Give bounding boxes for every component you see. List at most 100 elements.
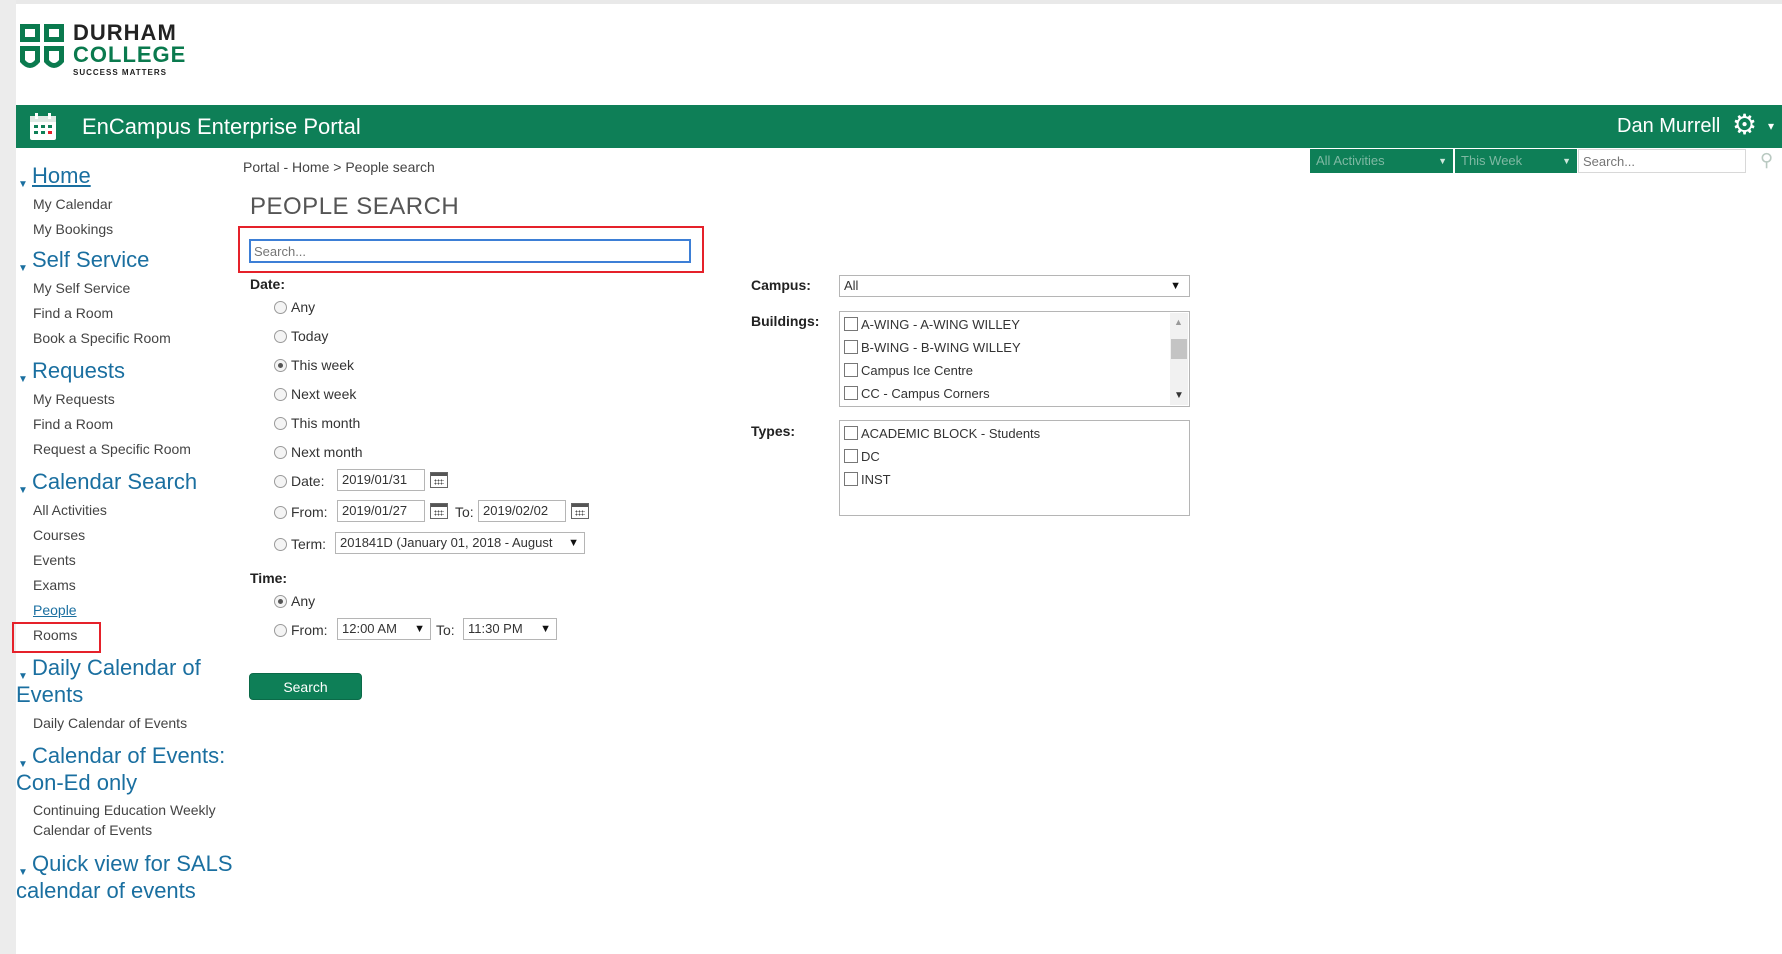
radio-icon[interactable] bbox=[274, 538, 287, 551]
radio-icon[interactable] bbox=[274, 417, 287, 430]
calendar-icon[interactable] bbox=[571, 503, 589, 519]
date-option-any[interactable]: Any bbox=[274, 299, 315, 315]
search-button[interactable]: Search bbox=[249, 673, 362, 700]
sidebar-section-daily-calendar[interactable]: ▼ Daily Calendar of bbox=[16, 654, 236, 682]
calendar-app-icon[interactable] bbox=[28, 111, 60, 143]
date-field[interactable]: 2019/01/31 bbox=[337, 469, 425, 491]
sidebar-section-title-cont[interactable]: calendar of events bbox=[16, 877, 236, 904]
checkbox-icon[interactable] bbox=[844, 340, 858, 354]
from-date-field[interactable]: 2019/01/27 bbox=[337, 500, 425, 522]
building-item[interactable]: A-WING - A-WING WILLEY bbox=[844, 317, 1020, 332]
page-title: PEOPLE SEARCH bbox=[250, 193, 460, 220]
sidebar-item-my-calendar[interactable]: My Calendar bbox=[16, 192, 236, 217]
search-icon[interactable]: ⚲ bbox=[1760, 150, 1773, 171]
time-option-any[interactable]: Any bbox=[274, 593, 315, 609]
checkbox-icon[interactable] bbox=[844, 472, 858, 486]
sidebar-item-book-room[interactable]: Book a Specific Room bbox=[16, 326, 236, 351]
building-label: B-WING - B-WING WILLEY bbox=[861, 340, 1021, 355]
sidebar-item-daily-calendar[interactable]: Daily Calendar of Events bbox=[16, 711, 236, 736]
sidebar-item-find-a-room[interactable]: Find a Room bbox=[16, 301, 236, 326]
date-option-next-month[interactable]: Next month bbox=[274, 444, 363, 460]
radio-checked-icon[interactable] bbox=[274, 359, 287, 372]
date-option-today[interactable]: Today bbox=[274, 328, 328, 344]
sidebar-section-title: Daily Calendar of bbox=[32, 655, 201, 680]
sidebar-item-exams[interactable]: Exams bbox=[16, 573, 236, 598]
chevron-down-icon[interactable]: ▾ bbox=[1768, 119, 1774, 133]
sidebar-section-calendar-search[interactable]: ▼ Calendar Search bbox=[16, 468, 236, 496]
buildings-listbox[interactable]: A-WING - A-WING WILLEY B-WING - B-WING W… bbox=[839, 311, 1190, 407]
date-option-term[interactable]: Term: bbox=[274, 536, 326, 552]
checkbox-icon[interactable] bbox=[844, 363, 858, 377]
breadcrumb[interactable]: Portal - Home > People search bbox=[243, 159, 435, 175]
sidebar-section-self-service[interactable]: ▼ Self Service bbox=[16, 246, 236, 274]
calendar-icon[interactable] bbox=[430, 472, 448, 488]
sidebar-section-sals[interactable]: ▼ Quick view for SALS bbox=[16, 850, 236, 878]
date-option-this-month[interactable]: This month bbox=[274, 415, 360, 431]
checkbox-icon[interactable] bbox=[844, 317, 858, 331]
radio-icon[interactable] bbox=[274, 330, 287, 343]
date-option-next-week[interactable]: Next week bbox=[274, 386, 356, 402]
building-item[interactable]: B-WING - B-WING WILLEY bbox=[844, 340, 1021, 355]
app-title[interactable]: EnCampus Enterprise Portal bbox=[82, 114, 361, 140]
types-listbox[interactable]: ACADEMIC BLOCK - Students DC INST bbox=[839, 420, 1190, 516]
sidebar-item-courses[interactable]: Courses bbox=[16, 523, 236, 548]
scroll-down-icon[interactable]: ▼ bbox=[1174, 390, 1184, 401]
sidebar-item-all-activities[interactable]: All Activities bbox=[16, 498, 236, 523]
radio-icon[interactable] bbox=[274, 301, 287, 314]
sidebar-section-home[interactable]: ▼ Home bbox=[16, 162, 236, 190]
sidebar-item-request-room[interactable]: Request a Specific Room bbox=[16, 437, 236, 462]
sidebar-section-title: Calendar of Events: bbox=[32, 743, 226, 768]
sidebar-item-my-bookings[interactable]: My Bookings bbox=[16, 217, 236, 242]
radio-checked-icon[interactable] bbox=[274, 595, 287, 608]
campus-select[interactable]: All ▼ bbox=[839, 275, 1190, 297]
sidebar-section-title: Calendar Search bbox=[32, 469, 198, 494]
sidebar-item-label: Calendar of Events bbox=[33, 822, 153, 838]
term-select[interactable]: 201841D (January 01, 2018 - August ▼ bbox=[335, 532, 585, 554]
sidebar-section-con-ed[interactable]: ▼ Calendar of Events: bbox=[16, 742, 236, 770]
time-to-select[interactable]: 11:30 PM ▼ bbox=[463, 618, 557, 640]
radio-icon[interactable] bbox=[274, 446, 287, 459]
date-option-specific[interactable]: Date: bbox=[274, 473, 324, 489]
sidebar-section-title-cont[interactable]: Events bbox=[16, 681, 236, 708]
time-to-value: 11:30 PM bbox=[468, 621, 523, 636]
top-search-input[interactable] bbox=[1578, 149, 1746, 173]
checkbox-icon[interactable] bbox=[844, 386, 858, 400]
sidebar-item-my-requests[interactable]: My Requests bbox=[16, 387, 236, 412]
radio-icon[interactable] bbox=[274, 388, 287, 401]
checkbox-icon[interactable] bbox=[844, 449, 858, 463]
time-from-select[interactable]: 12:00 AM ▼ bbox=[337, 618, 431, 640]
scrollbar-thumb[interactable] bbox=[1171, 339, 1187, 359]
buildings-scrollbar[interactable]: ▲ ▼ bbox=[1170, 313, 1188, 405]
sidebar-item-con-ed-weekly[interactable]: Continuing Education Weekly Calendar of … bbox=[16, 800, 236, 840]
period-filter-select[interactable]: This Week ▼ bbox=[1455, 149, 1577, 173]
radio-icon[interactable] bbox=[274, 624, 287, 637]
scroll-up-icon[interactable]: ▲ bbox=[1174, 317, 1183, 327]
to-date-field[interactable]: 2019/02/02 bbox=[478, 500, 566, 522]
building-label: Campus Ice Centre bbox=[861, 363, 973, 378]
calendar-icon[interactable] bbox=[430, 503, 448, 519]
radio-icon[interactable] bbox=[274, 506, 287, 519]
sidebar-item-find-a-room-2[interactable]: Find a Room bbox=[16, 412, 236, 437]
sidebar-item-my-self-service[interactable]: My Self Service bbox=[16, 276, 236, 301]
building-item[interactable]: CC - Campus Corners bbox=[844, 386, 990, 401]
checkbox-icon[interactable] bbox=[844, 426, 858, 440]
sidebar-section-requests[interactable]: ▼ Requests bbox=[16, 357, 236, 385]
date-option-range[interactable]: From: bbox=[274, 504, 328, 520]
type-item[interactable]: ACADEMIC BLOCK - Students bbox=[844, 426, 1040, 441]
activity-filter-select[interactable]: All Activities ▼ bbox=[1310, 149, 1453, 173]
date-option-this-week[interactable]: This week bbox=[274, 357, 354, 373]
gear-icon[interactable]: ⚙ bbox=[1732, 111, 1757, 139]
sidebar-item-events[interactable]: Events bbox=[16, 548, 236, 573]
radio-icon[interactable] bbox=[274, 475, 287, 488]
building-item[interactable]: Campus Ice Centre bbox=[844, 363, 973, 378]
sidebar-item-people[interactable]: People bbox=[16, 598, 236, 623]
user-name[interactable]: Dan Murrell bbox=[1617, 115, 1720, 138]
type-item[interactable]: DC bbox=[844, 449, 880, 464]
chevron-down-icon: ▼ bbox=[1438, 156, 1447, 166]
type-label: ACADEMIC BLOCK - Students bbox=[861, 426, 1041, 441]
people-search-input[interactable] bbox=[249, 239, 691, 263]
time-option-range[interactable]: From: bbox=[274, 622, 328, 638]
type-item[interactable]: INST bbox=[844, 472, 891, 487]
sidebar-section-title-cont[interactable]: Con-Ed only bbox=[16, 769, 236, 796]
college-logo[interactable]: DURHAM COLLEGE SUCCESS MATTERS bbox=[20, 22, 185, 80]
